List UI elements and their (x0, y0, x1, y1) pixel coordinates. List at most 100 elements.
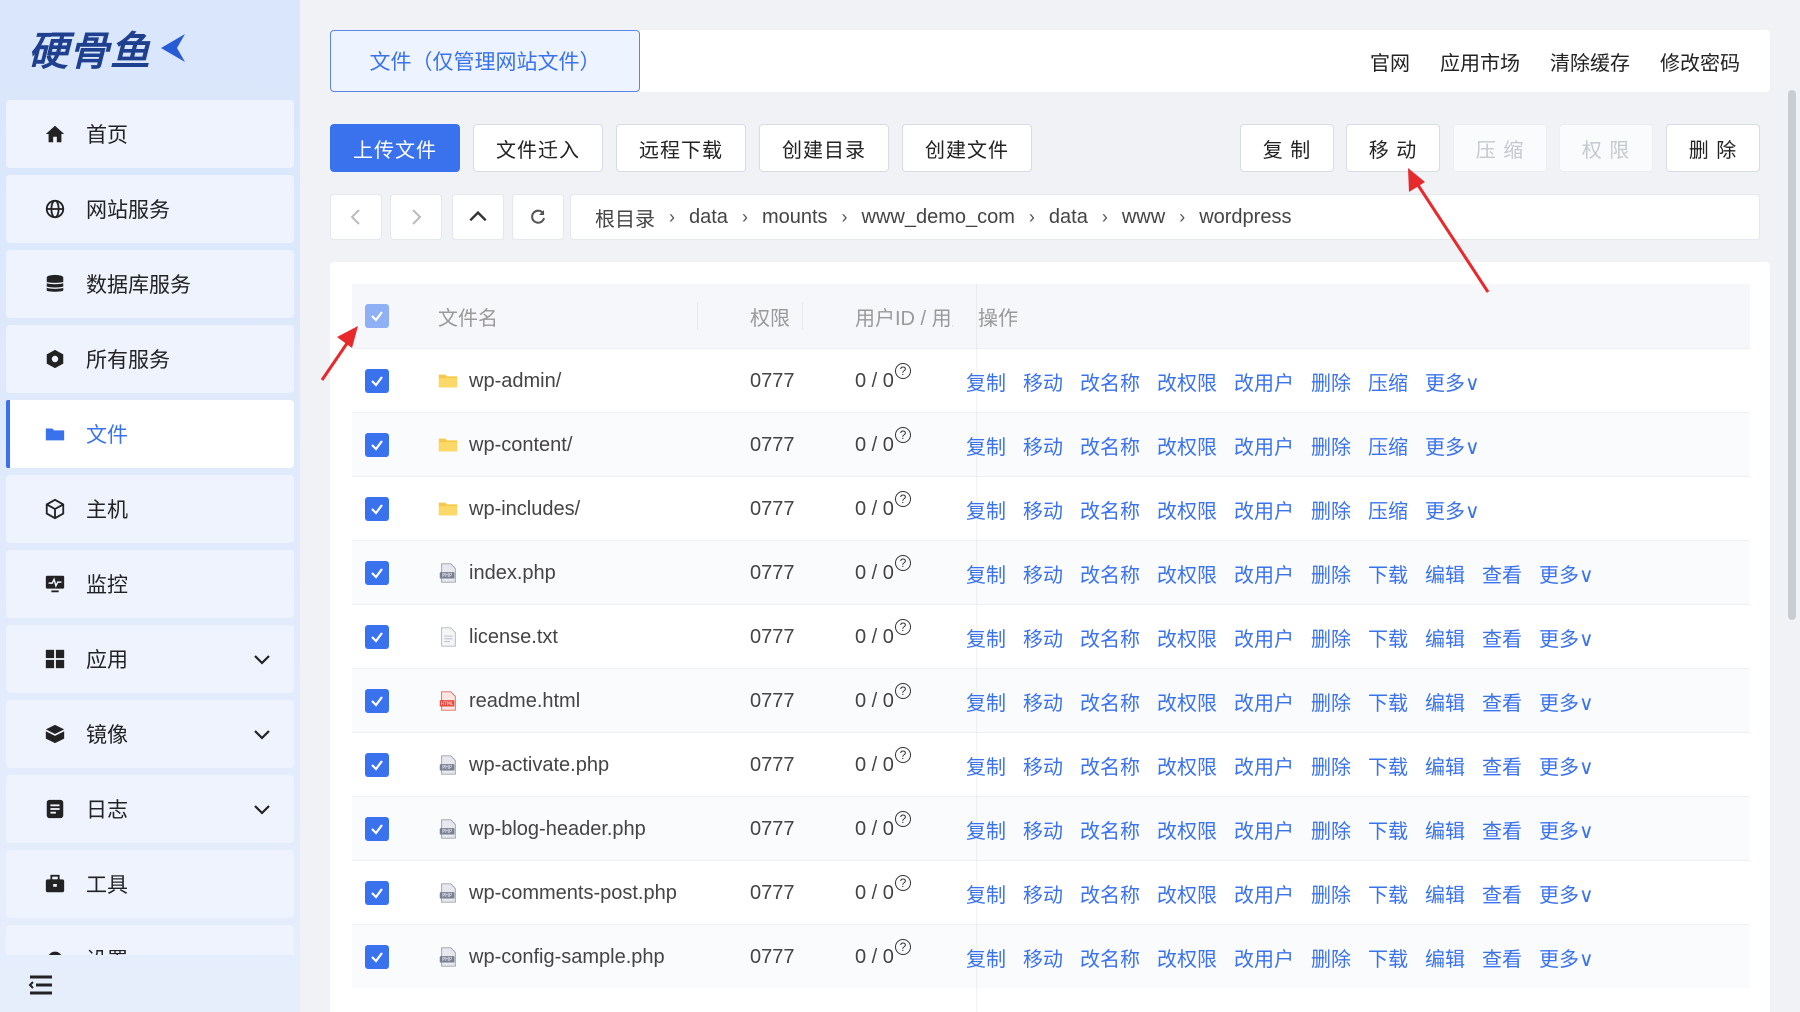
row-action-link[interactable]: 下载 (1368, 623, 1408, 652)
help-icon[interactable]: ? (894, 491, 911, 507)
row-action-link[interactable]: 移动 (1023, 623, 1063, 652)
row-action-link[interactable]: 改名称 (1080, 559, 1140, 588)
row-action-link[interactable]: 改用户 (1234, 431, 1294, 460)
table-row[interactable]: PHP wp-comments-post.php 0777 0 / 0 ? 复制… (352, 860, 1750, 924)
row-action-link[interactable]: 改名称 (1080, 879, 1140, 908)
row-action-link[interactable]: 复制 (966, 431, 1006, 460)
row-checkbox[interactable] (365, 433, 389, 457)
link-official-site[interactable]: 官网 (1370, 47, 1410, 76)
row-action-link[interactable]: 编辑 (1425, 943, 1465, 972)
table-row[interactable]: wp-admin/ 0777 0 / 0 ? 复制 移动 改名称 改权限 改用户 删除 压缩… (352, 348, 1750, 412)
sidebar-item-monitor[interactable]: 监控 (6, 550, 294, 618)
help-icon[interactable]: ? (894, 363, 911, 379)
link-change-password[interactable]: 修改密码 (1660, 47, 1740, 76)
header-user[interactable]: 用户ID / 用户 (855, 284, 953, 348)
row-action-link[interactable]: 编辑 (1425, 879, 1465, 908)
row-action-link[interactable]: 更多∨ (1539, 559, 1594, 588)
row-action-link[interactable]: 更多∨ (1539, 623, 1594, 652)
row-action-link[interactable]: 改用户 (1234, 367, 1294, 396)
row-action-link[interactable]: 下载 (1368, 687, 1408, 716)
row-action-link[interactable]: 改名称 (1080, 687, 1140, 716)
row-action-link[interactable]: 编辑 (1425, 559, 1465, 588)
row-action-link[interactable]: 复制 (966, 495, 1006, 524)
help-icon[interactable]: ? (894, 939, 911, 955)
row-action-link[interactable]: 复制 (966, 623, 1006, 652)
crumb-data-2[interactable]: data (1049, 206, 1088, 229)
sidebar-item-apps[interactable]: 应用 (6, 625, 294, 693)
table-row[interactable]: PHP wp-blog-header.php 0777 0 / 0 ? 复制 移动… (352, 796, 1750, 860)
help-icon[interactable]: ? (894, 811, 911, 827)
row-action-link[interactable]: 复制 (966, 943, 1006, 972)
row-action-link[interactable]: 改用户 (1234, 879, 1294, 908)
file-name[interactable]: wp-admin/ (469, 370, 561, 393)
row-action-link[interactable]: 移动 (1023, 815, 1063, 844)
collapse-menu-icon[interactable] (28, 972, 54, 998)
help-icon[interactable]: ? (894, 747, 911, 763)
row-action-link[interactable]: 改用户 (1234, 559, 1294, 588)
row-action-link[interactable]: 下载 (1368, 559, 1408, 588)
file-name[interactable]: wp-blog-header.php (469, 818, 646, 841)
row-action-link[interactable]: 移动 (1023, 751, 1063, 780)
upload-file-button[interactable]: 上传文件 (330, 124, 460, 172)
row-action-link[interactable]: 删除 (1311, 559, 1351, 588)
delete-button[interactable]: 删 除 (1666, 124, 1760, 172)
link-app-market[interactable]: 应用市场 (1440, 47, 1520, 76)
select-all-checkbox[interactable] (365, 304, 389, 328)
file-name[interactable]: wp-content/ (469, 434, 572, 457)
sidebar-item-web-service[interactable]: 网站服务 (6, 175, 294, 243)
sidebar-item-files[interactable]: 文件 (6, 400, 294, 468)
row-action-link[interactable]: 更多∨ (1539, 751, 1594, 780)
row-action-link[interactable]: 删除 (1311, 943, 1351, 972)
row-action-link[interactable]: 查看 (1482, 687, 1522, 716)
row-action-link[interactable]: 改名称 (1080, 367, 1140, 396)
row-action-link[interactable]: 改权限 (1157, 623, 1217, 652)
row-checkbox[interactable] (365, 945, 389, 969)
row-checkbox[interactable] (365, 881, 389, 905)
create-directory-button[interactable]: 创建目录 (759, 124, 889, 172)
sidebar-item-images[interactable]: 镜像 (6, 700, 294, 768)
row-action-link[interactable]: 改用户 (1234, 815, 1294, 844)
link-clear-cache[interactable]: 清除缓存 (1550, 47, 1630, 76)
crumb-www-demo-com[interactable]: www_demo_com (862, 206, 1015, 229)
row-action-link[interactable]: 移动 (1023, 431, 1063, 460)
row-action-link[interactable]: 改权限 (1157, 943, 1217, 972)
row-action-link[interactable]: 下载 (1368, 879, 1408, 908)
row-action-link[interactable]: 改名称 (1080, 943, 1140, 972)
forward-button[interactable] (390, 194, 442, 240)
row-action-link[interactable]: 改名称 (1080, 815, 1140, 844)
table-row[interactable]: wp-includes/ 0777 0 / 0 ? 复制 移动 改名称 改权限 改用户删… (352, 476, 1750, 540)
row-action-link[interactable]: 复制 (966, 815, 1006, 844)
row-action-link[interactable]: 下载 (1368, 751, 1408, 780)
row-action-link[interactable]: 移动 (1023, 879, 1063, 908)
row-action-link[interactable]: 改用户 (1234, 751, 1294, 780)
refresh-button[interactable] (512, 194, 564, 240)
back-button[interactable] (330, 194, 382, 240)
row-action-link[interactable]: 删除 (1311, 687, 1351, 716)
row-action-link[interactable]: 查看 (1482, 815, 1522, 844)
row-action-link[interactable]: 移动 (1023, 943, 1063, 972)
row-action-link[interactable]: 更多∨ (1425, 495, 1480, 524)
table-row[interactable]: license.txt 0777 0 / 0 ? 复制 移动 改名称 改权限 改用户 删除… (352, 604, 1750, 668)
row-action-link[interactable]: 压缩 (1368, 431, 1408, 460)
copy-button[interactable]: 复 制 (1240, 124, 1334, 172)
row-checkbox[interactable] (365, 625, 389, 649)
row-checkbox[interactable] (365, 561, 389, 585)
table-row[interactable]: HTML readme.html 0777 0 / 0 ? 复制 移动 改名称 改权限… (352, 668, 1750, 732)
row-action-link[interactable]: 复制 (966, 879, 1006, 908)
row-action-link[interactable]: 移动 (1023, 687, 1063, 716)
file-name[interactable]: wp-activate.php (469, 754, 609, 777)
row-action-link[interactable]: 更多∨ (1539, 815, 1594, 844)
file-name[interactable]: readme.html (469, 690, 580, 713)
table-row[interactable]: PHP wp-activate.php 0777 0 / 0 ? 复制 移动 改名称… (352, 732, 1750, 796)
row-action-link[interactable]: 更多∨ (1539, 687, 1594, 716)
tab-files[interactable]: 文件（仅管理网站文件） (330, 30, 640, 92)
row-action-link[interactable]: 删除 (1311, 367, 1351, 396)
row-action-link[interactable]: 删除 (1311, 815, 1351, 844)
row-action-link[interactable]: 更多∨ (1425, 431, 1480, 460)
compress-button[interactable]: 压 缩 (1453, 124, 1547, 172)
row-action-link[interactable]: 复制 (966, 367, 1006, 396)
row-action-link[interactable]: 复制 (966, 751, 1006, 780)
crumb-mounts[interactable]: mounts (762, 206, 828, 229)
row-action-link[interactable]: 改名称 (1080, 431, 1140, 460)
table-row[interactable]: PHP wp-config-sample.php 0777 0 / 0 ? 复制… (352, 924, 1750, 988)
